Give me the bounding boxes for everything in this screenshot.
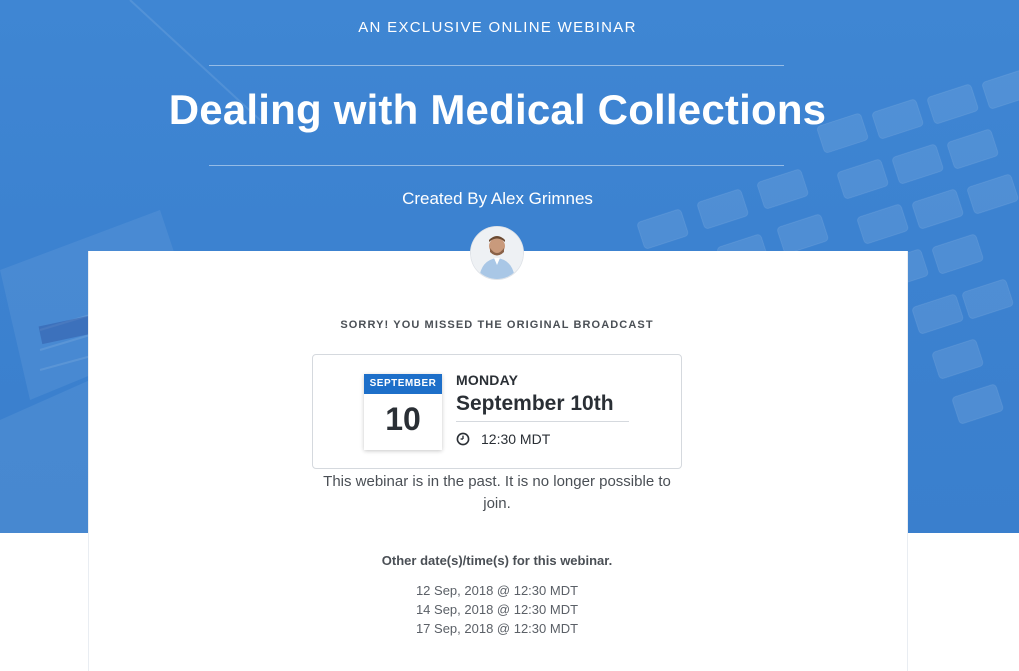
- broadcast-date-box: SEPTEMBER 10 MONDAY September 10th 12:30…: [312, 354, 682, 469]
- date-divider: [456, 421, 629, 422]
- calendar-month: SEPTEMBER: [364, 374, 442, 394]
- broadcast-time: 12:30 MDT: [481, 431, 551, 447]
- title-rule-bottom: [209, 165, 784, 166]
- webinar-title: Dealing with Medical Collections: [168, 86, 827, 133]
- presenter-avatar: [471, 227, 523, 279]
- clock-icon: [456, 432, 470, 446]
- missed-broadcast-notice: SORRY! YOU MISSED THE ORIGINAL BROADCAST: [340, 319, 654, 331]
- broadcast-weekday: MONDAY: [456, 372, 519, 388]
- title-rule-top: [209, 65, 784, 66]
- other-date-item: 17 Sep, 2018 @ 12:30 MDT: [415, 621, 579, 636]
- presenter-photo: [471, 227, 523, 279]
- calendar-icon: SEPTEMBER 10: [364, 374, 442, 450]
- other-date-item: 14 Sep, 2018 @ 12:30 MDT: [415, 602, 579, 617]
- creator-line: Created By Alex Grimnes: [402, 189, 593, 208]
- broadcast-time-row: 12:30 MDT: [456, 431, 550, 447]
- past-webinar-note: This webinar is in the past. It is no lo…: [323, 473, 671, 512]
- webinar-eyebrow: AN EXCLUSIVE ONLINE WEBINAR: [358, 19, 637, 36]
- other-dates-heading: Other date(s)/time(s) for this webinar.: [381, 553, 613, 568]
- other-dates-list: 12 Sep, 2018 @ 12:30 MDT 14 Sep, 2018 @ …: [88, 581, 906, 638]
- other-date-item: 12 Sep, 2018 @ 12:30 MDT: [415, 583, 579, 598]
- calendar-day: 10: [385, 401, 421, 437]
- broadcast-date: September 10th: [456, 392, 614, 415]
